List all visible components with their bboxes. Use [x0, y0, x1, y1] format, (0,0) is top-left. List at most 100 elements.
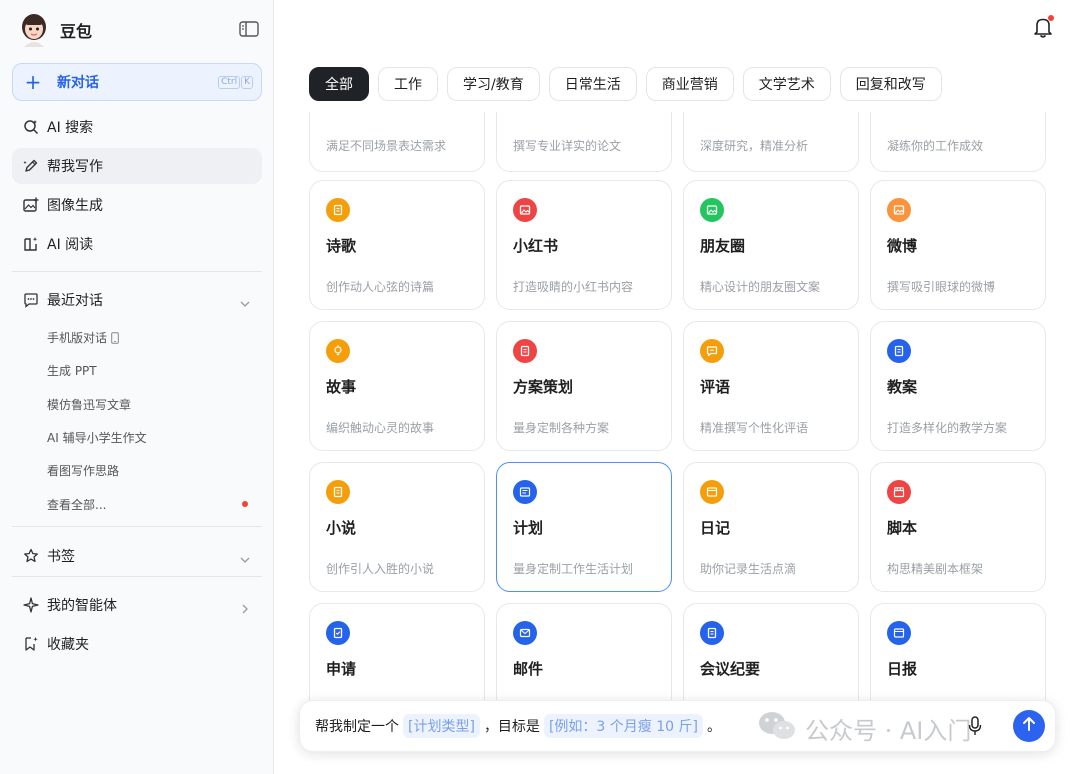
sidebar-recent-header[interactable]: 最近对话	[12, 282, 262, 318]
template-card-title: 申请	[326, 660, 357, 678]
template-card-title: 小说	[326, 519, 357, 537]
plan-type-slot[interactable]: [计划类型]	[403, 714, 480, 738]
template-card-comment[interactable]: 评语 精准撰写个性化评语	[683, 321, 859, 451]
template-card-poem[interactable]: 诗歌 创作动人心弦的诗篇	[309, 180, 485, 310]
template-card-desc: 精准撰写个性化评语	[700, 421, 809, 435]
pen-icon	[22, 157, 40, 175]
template-card-title: 小红书	[513, 237, 559, 255]
template-card-xiaohongshu[interactable]: 小红书 打造吸睛的小红书内容	[496, 180, 672, 310]
sidebar-item-image-gen[interactable]: 图像生成	[12, 187, 262, 223]
search-sparkle-icon	[22, 118, 40, 136]
template-card-lesson-plan[interactable]: 教案 打造多样化的教学方案	[870, 321, 1046, 451]
tab-study-education[interactable]: 学习/教育	[447, 67, 540, 101]
template-card-desc: 创作动人心弦的诗篇	[326, 280, 435, 294]
plus-icon: +	[24, 70, 42, 94]
image-plus-icon	[22, 196, 40, 214]
category-tabs: 全部 工作 学习/教育 日常生活 商业营销 文学艺术 回复和改写	[309, 67, 942, 101]
shortcut-hint: Ctrl K	[218, 76, 253, 89]
novel-icon	[326, 480, 350, 504]
recent-chat-item[interactable]: 手机版对话	[47, 329, 119, 347]
template-card[interactable]: 撰写专业详实的论文	[496, 112, 672, 172]
template-card-title: 计划	[513, 519, 544, 537]
template-card-story[interactable]: 故事 编织触动心灵的故事	[309, 321, 485, 451]
bookmarks-label: 书签	[47, 549, 75, 565]
template-card-desc: 撰写吸引眼球的微博	[887, 280, 996, 294]
template-card-desc: 打造多样化的教学方案	[887, 421, 1008, 435]
sidebar-item-label: AI 阅读	[47, 237, 94, 253]
brand[interactable]: 豆包	[18, 12, 92, 48]
plan-doc-icon	[513, 339, 537, 363]
view-all-chats-link[interactable]: 查看全部...	[47, 496, 106, 514]
sidebar-item-my-agents[interactable]: 我的智能体	[12, 587, 262, 623]
template-card-desc: 构思精美剧本框架	[887, 562, 984, 576]
my-agents-label: 我的智能体	[47, 598, 117, 614]
poem-icon	[326, 198, 350, 222]
mail-icon	[513, 621, 537, 645]
comment-icon	[700, 339, 724, 363]
prompt-composer[interactable]: 帮我制定一个 [计划类型] ，目标是 [例如：3 个月瘦 10 斤] 。	[299, 700, 1056, 752]
template-card-desc: 量身定制各种方案	[513, 421, 610, 435]
template-card[interactable]: 满足不同场景表达需求	[309, 112, 485, 172]
template-card-desc: 量身定制工作生活计划	[513, 562, 634, 576]
arrow-up-icon	[1022, 716, 1036, 736]
template-card-title: 日记	[700, 519, 731, 537]
recent-chat-item[interactable]: 生成 PPT	[47, 362, 97, 380]
chat-bubble-icon	[22, 291, 40, 309]
template-card-desc: 满足不同场景表达需求	[326, 139, 447, 153]
tab-reply-rewrite[interactable]: 回复和改写	[839, 67, 942, 101]
favorites-label: 收藏夹	[47, 637, 89, 653]
recent-chat-label: 手机版对话	[47, 331, 108, 345]
sidebar-item-ai-read[interactable]: AI 阅读	[12, 226, 262, 262]
template-card-weibo[interactable]: 微博 撰写吸引眼球的微博	[870, 180, 1046, 310]
sidebar-item-label: 帮我写作	[47, 159, 103, 175]
tab-literature-art[interactable]: 文学艺术	[742, 67, 831, 101]
sparkle-icon	[22, 596, 40, 614]
collapse-sidebar-icon[interactable]	[239, 20, 259, 38]
template-card-title: 邮件	[513, 660, 544, 678]
template-card-script[interactable]: 脚本 构思精美剧本框架	[870, 462, 1046, 592]
sidebar-item-label: 图像生成	[47, 198, 103, 214]
template-card-desc: 精心设计的朋友圈文案	[700, 280, 821, 294]
weibo-icon	[887, 198, 911, 222]
tab-work[interactable]: 工作	[378, 67, 438, 101]
recent-chat-item[interactable]: 模仿鲁迅写文章	[47, 396, 131, 414]
bookmark-folder-icon	[22, 635, 40, 653]
template-card-desc: 凝练你的工作成效	[887, 139, 984, 153]
sidebar-item-writing[interactable]: 帮我写作	[12, 148, 262, 184]
sidebar-item-ai-search[interactable]: AI 搜索	[12, 109, 262, 145]
application-icon	[326, 621, 350, 645]
notification-dot	[242, 501, 248, 507]
microphone-icon[interactable]	[968, 716, 982, 736]
template-card-title: 教案	[887, 378, 918, 396]
tab-daily-life[interactable]: 日常生活	[548, 67, 637, 101]
sidebar-item-bookmarks[interactable]: 书签	[12, 538, 262, 574]
plan-list-icon	[513, 480, 537, 504]
sidebar-item-label: AI 搜索	[47, 120, 94, 136]
writing-template-grid: 满足不同场景表达需求 撰写专业详实的论文 深度研究，精准分析 凝练你的工作成效 …	[300, 112, 1060, 732]
template-card[interactable]: 深度研究，精准分析	[683, 112, 859, 172]
sidebar-item-favorites[interactable]: 收藏夹	[12, 626, 262, 662]
template-card-title: 日报	[887, 660, 918, 678]
recent-chat-item[interactable]: AI 辅导小学生作文	[47, 429, 147, 447]
template-card[interactable]: 凝练你的工作成效	[870, 112, 1046, 172]
template-card-proposal[interactable]: 方案策划 量身定制各种方案	[496, 321, 672, 451]
template-card-diary[interactable]: 日记 助你记录生活点滴	[683, 462, 859, 592]
diary-icon	[700, 480, 724, 504]
template-card-novel[interactable]: 小说 创作引人入胜的小说	[309, 462, 485, 592]
recent-chat-item[interactable]: 看图写作思路	[47, 462, 119, 480]
composer-prefix: 帮我制定一个	[315, 719, 399, 735]
template-card-moments[interactable]: 朋友圈 精心设计的朋友圈文案	[683, 180, 859, 310]
book-sparkle-icon	[22, 235, 40, 253]
chevron-down-icon	[240, 294, 250, 307]
new-chat-button[interactable]: + 新对话 Ctrl K	[12, 63, 262, 101]
sidebar: 豆包 + 新对话 Ctrl K AI 搜索 帮我写作 图像生成 AI 阅读 最近…	[0, 0, 274, 774]
recent-header-label: 最近对话	[47, 293, 103, 309]
template-card-plan[interactable]: 计划 量身定制工作生活计划	[496, 462, 672, 592]
doubao-avatar	[18, 13, 50, 47]
moments-icon	[700, 198, 724, 222]
goal-slot[interactable]: [例如：3 个月瘦 10 斤]	[543, 714, 703, 738]
tab-business-marketing[interactable]: 商业营销	[645, 67, 734, 101]
template-card-title: 会议纪要	[700, 660, 761, 678]
send-button[interactable]	[1013, 710, 1045, 742]
tab-all[interactable]: 全部	[309, 67, 369, 101]
